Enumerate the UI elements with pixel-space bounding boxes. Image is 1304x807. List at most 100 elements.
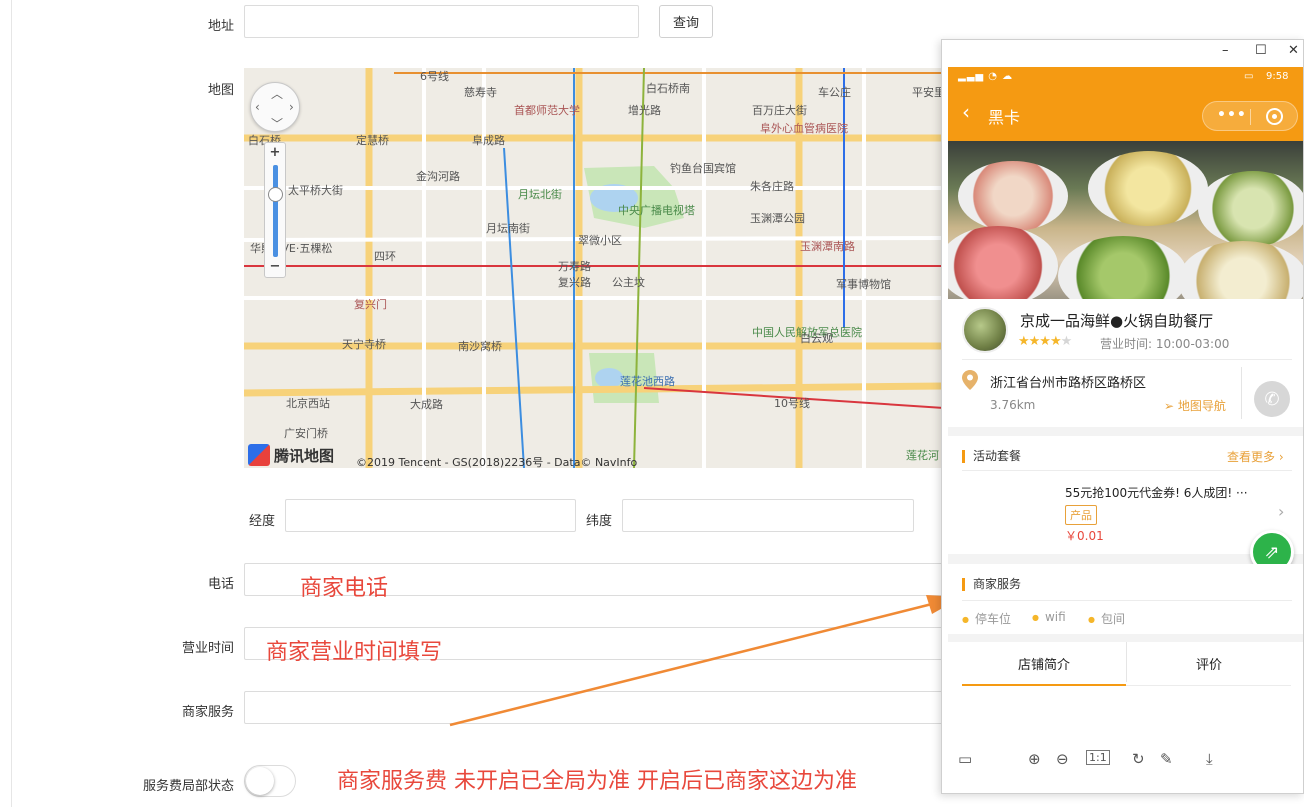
map-label-text: 白云观 bbox=[800, 332, 833, 345]
map-label-text: 复兴门 bbox=[354, 298, 387, 311]
zoom-out-icon[interactable]: − bbox=[265, 259, 285, 274]
map-widget[interactable]: 6号线 慈寿寺 首都师范大学 白石桥南 增光路 百万庄大街 车公庄 平安里 阜外… bbox=[244, 68, 944, 468]
window-title-bar: – ☐ ✕ bbox=[942, 40, 1303, 66]
maximize-icon[interactable]: ☐ bbox=[1255, 43, 1267, 58]
map-label-text: 玉渊潭公园 bbox=[750, 212, 805, 225]
map-brand-text: 腾讯地图 bbox=[274, 446, 335, 465]
map-label-text: 广安门桥 bbox=[284, 427, 328, 440]
shop-info-card: 京成一品海鲜●火锅自助餐厅 ★★★★★ 营业时间: 10:00-03:00 浙江… bbox=[948, 299, 1303, 427]
zoom-in-icon[interactable]: ⊕ bbox=[1028, 750, 1041, 768]
divider bbox=[962, 470, 1292, 471]
close-icon[interactable]: ✕ bbox=[1288, 43, 1299, 58]
map-label: 地图 bbox=[207, 83, 234, 98]
merchant-service-card: 商家服务 停车位 wifi 包间 bbox=[948, 564, 1303, 634]
vertical-divider bbox=[1241, 367, 1242, 419]
divider bbox=[962, 600, 1292, 601]
map-navigation-link[interactable]: ➢ 地图导航 bbox=[1164, 397, 1226, 414]
preview-toolbar: ▭ ⊕ ⊖ 1:1 ↻ ✎ ⤓ bbox=[942, 740, 1303, 780]
map-label-text: 金沟河路 bbox=[416, 170, 460, 183]
map-navigation-label: 地图导航 bbox=[1177, 399, 1226, 413]
content-left-border bbox=[11, 0, 12, 807]
zoom-track[interactable] bbox=[273, 165, 278, 257]
service-item-private-room: 包间 bbox=[1088, 610, 1125, 627]
service-input[interactable] bbox=[244, 691, 944, 724]
chevron-right-icon[interactable]: › bbox=[1278, 502, 1284, 521]
map-label-text: 慈寿寺 bbox=[464, 86, 497, 99]
map-pan-control[interactable]: ︿ ﹀ ‹ › bbox=[250, 82, 300, 132]
service-section-title: 商家服务 bbox=[962, 578, 1021, 591]
minimize-icon[interactable]: – bbox=[1222, 43, 1229, 58]
map-brand-logo: 腾讯地图 bbox=[248, 444, 334, 466]
signal-icon: ▂▃▅ ◔ ☁ bbox=[958, 71, 1014, 82]
rating-stars: ★★★★★ bbox=[1018, 334, 1072, 349]
map-label-text: 大成路 bbox=[410, 398, 443, 411]
tab-reviews[interactable]: 评价 bbox=[1196, 654, 1222, 673]
zoom-in-icon[interactable]: + bbox=[265, 145, 285, 160]
map-label-text: 中央广播电视塔 bbox=[618, 204, 695, 217]
fee-annotation: 商家服务费 未开启已全局为准 开启后已商家这边为准 bbox=[337, 769, 857, 794]
map-label-text: 钓鱼台国宾馆 bbox=[670, 162, 736, 175]
edit-icon[interactable]: ✎ bbox=[1160, 750, 1173, 768]
nav-bar: ‹ 黑卡 ••• bbox=[948, 89, 1303, 141]
map-label-text: 白石桥南 bbox=[646, 82, 690, 95]
fee-status-toggle[interactable] bbox=[244, 765, 296, 797]
call-phone-icon[interactable]: ✆ bbox=[1254, 381, 1290, 417]
service-item-wifi: wifi bbox=[1032, 610, 1066, 624]
map-label-text: 北京西站 bbox=[286, 397, 330, 410]
divider bbox=[962, 359, 1292, 360]
capsule-menu[interactable]: ••• bbox=[1202, 101, 1298, 131]
pan-down-icon[interactable]: ﹀ bbox=[271, 115, 283, 132]
map-label-text: 百万庄大街 bbox=[752, 104, 807, 117]
latitude-label: 纬度 bbox=[585, 514, 612, 529]
exit-icon[interactable] bbox=[1266, 108, 1283, 125]
zoom-out-icon[interactable]: ⊖ bbox=[1056, 750, 1069, 768]
back-icon[interactable]: ‹ bbox=[962, 100, 970, 124]
tab-divider bbox=[1126, 642, 1127, 682]
map-label-text: 6号线 bbox=[420, 70, 449, 83]
pan-left-icon[interactable]: ‹ bbox=[255, 100, 260, 114]
see-more-link[interactable]: 查看更多 › bbox=[1227, 448, 1284, 465]
pan-right-icon[interactable]: › bbox=[289, 100, 294, 114]
actual-size-icon[interactable]: 1:1 bbox=[1086, 750, 1110, 765]
map-label-text: 10号线 bbox=[774, 397, 810, 410]
map-zoom-control[interactable]: + − bbox=[264, 142, 286, 278]
map-label-text: 车公庄 bbox=[818, 86, 851, 99]
rotate-icon[interactable]: ↻ bbox=[1132, 750, 1145, 768]
service-item-parking: 停车位 bbox=[962, 610, 1011, 627]
device-icon[interactable]: ▭ bbox=[958, 750, 972, 768]
map-label-text: 军事博物馆 bbox=[836, 278, 891, 291]
map-label-text: 首都师范大学 bbox=[514, 104, 580, 117]
map-label-text: 翠微小区 bbox=[578, 234, 622, 247]
phone-screen: ▂▃▅ ◔ ☁ ▭ 9:58 ‹ 黑卡 ••• 京成一品海鲜●火锅自助餐厅 ★★… bbox=[948, 67, 1303, 717]
nav-title: 黑卡 bbox=[988, 108, 1021, 127]
map-label-text: 南沙窝桥 bbox=[458, 340, 502, 353]
activity-tag: 产品 bbox=[1065, 505, 1097, 525]
zoom-slider-handle[interactable] bbox=[268, 187, 283, 202]
map-copyright: ©2019 Tencent - GS(2018)2236号 - Data© Na… bbox=[356, 456, 638, 468]
pan-up-icon[interactable]: ︿ bbox=[271, 85, 283, 102]
more-icon[interactable]: ••• bbox=[1217, 107, 1247, 123]
hours-annotation: 商家营业时间填写 bbox=[266, 640, 443, 665]
active-tab-indicator bbox=[962, 684, 1126, 686]
download-icon[interactable]: ⤓ bbox=[1206, 750, 1213, 768]
battery-icon: ▭ bbox=[1244, 71, 1254, 82]
query-button[interactable]: 查询 bbox=[659, 5, 713, 38]
map-label-text: 增光路 bbox=[628, 104, 661, 117]
status-bar: ▂▃▅ ◔ ☁ ▭ 9:58 bbox=[948, 67, 1303, 89]
divider bbox=[1126, 685, 1291, 686]
address-input[interactable] bbox=[244, 5, 639, 38]
shop-avatar bbox=[962, 307, 1008, 353]
fee-status-label: 服务费局部状态 bbox=[142, 779, 234, 794]
map-label-text: 朱各庄路 bbox=[750, 180, 794, 193]
activity-description[interactable]: 55元抢100元代金券! 6人成团! ··· bbox=[1065, 484, 1248, 501]
service-label: 商家服务 bbox=[181, 705, 234, 720]
map-label-text: 莲花河 bbox=[906, 449, 939, 462]
status-time: 9:58 bbox=[1266, 71, 1289, 82]
map-label-text: 阜外心血管病医院 bbox=[760, 122, 848, 135]
latitude-input[interactable] bbox=[622, 499, 914, 532]
shop-distance: 3.76km bbox=[990, 398, 1036, 412]
phone-annotation: 商家电话 bbox=[300, 576, 389, 601]
tab-shop-intro[interactable]: 店铺简介 bbox=[1018, 654, 1070, 673]
phone-label: 电话 bbox=[207, 577, 234, 592]
tencent-map-icon bbox=[248, 444, 270, 466]
